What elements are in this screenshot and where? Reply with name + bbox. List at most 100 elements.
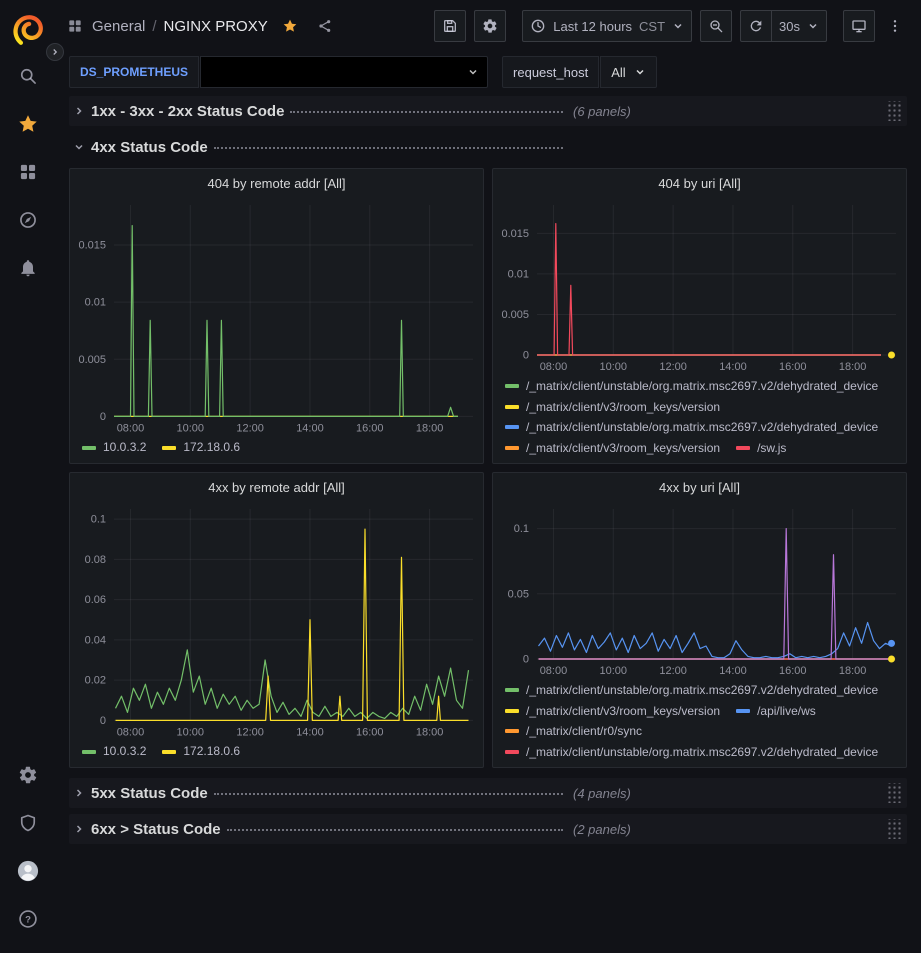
time-series-chart[interactable]: 08:0010:0012:0014:0016:0018:0000.0050.01… [493,197,906,375]
legend-series-label: /_matrix/client/v3/room_keys/version [526,439,720,458]
sidebar-item-starred[interactable] [0,100,55,148]
star-icon [282,18,298,34]
panel-legend: /_matrix/client/unstable/org.matrix.msc2… [493,375,906,463]
legend-item[interactable]: /_matrix/client/v3/room_keys/version [505,702,720,721]
refresh-button[interactable] [740,10,772,42]
sidebar-item-configuration[interactable] [0,751,55,799]
svg-text:12:00: 12:00 [659,361,687,373]
kiosk-mode-button[interactable] [843,10,875,42]
zoom-out-button[interactable] [700,10,732,42]
legend-item[interactable]: /_matrix/client/v3/room_keys/version [505,398,720,417]
legend-item[interactable]: /api/live/ws [736,702,816,721]
svg-text:0.02: 0.02 [85,675,106,687]
legend-item[interactable]: 10.0.3.2 [82,438,146,457]
sidebar-item-help[interactable]: ? [0,895,55,943]
grafana-logo[interactable] [6,8,50,52]
breadcrumb-section[interactable]: General [92,18,145,35]
svg-text:14:00: 14:00 [719,361,747,373]
sidebar-item-server-admin[interactable] [0,799,55,847]
row-panel-count: (6 panels) [573,104,631,119]
legend-item[interactable]: /_matrix/client/unstable/org.matrix.msc2… [505,743,878,762]
svg-text:0.1: 0.1 [514,523,529,535]
svg-text:0.06: 0.06 [85,594,106,606]
panel-title[interactable]: 4xx by uri [All] [493,473,906,501]
shield-icon [18,813,38,833]
legend-item[interactable]: 172.18.0.6 [162,438,240,457]
favorite-star-button[interactable] [277,13,303,39]
time-range-picker[interactable]: Last 12 hours CST [522,10,692,42]
time-series-chart[interactable]: 08:0010:0012:0014:0016:0018:0000.0050.01… [70,197,483,436]
legend-item[interactable]: /sw.js [736,439,786,458]
legend-series-swatch [505,729,519,733]
sidebar-item-search[interactable] [0,52,55,100]
row-header-4xx[interactable]: 4xx Status Code [69,132,907,162]
svg-text:?: ? [25,915,31,926]
legend-item[interactable]: 172.18.0.6 [162,742,240,761]
variable-label-ds-prometheus[interactable]: DS_PROMETHEUS [69,56,199,88]
variable-value-request-host[interactable]: All [600,56,656,88]
svg-text:12:00: 12:00 [659,665,687,677]
sidebar-item-alerting[interactable] [0,244,55,292]
row-drag-handle[interactable] [886,101,901,121]
chevron-right-icon [73,105,85,117]
panel-title[interactable]: 4xx by remote addr [All] [70,473,483,501]
variable-value-ds-prometheus[interactable] [200,56,488,88]
legend-item[interactable]: /_matrix/client/unstable/org.matrix.msc2… [505,377,878,396]
svg-text:08:00: 08:00 [117,726,145,738]
legend-item[interactable]: 10.0.3.2 [82,742,146,761]
row-title: 4xx Status Code [91,139,208,156]
legend-series-swatch [505,446,519,450]
row-title: 5xx Status Code [91,785,208,802]
row-header-1xx-3xx-2xx[interactable]: 1xx - 3xx - 2xx Status Code (6 panels) [69,96,907,126]
share-dashboard-button[interactable] [312,13,338,39]
svg-text:18:00: 18:00 [839,665,867,677]
legend-item[interactable]: /_matrix/client/r0/sync [505,722,642,741]
row-header-5xx[interactable]: 5xx Status Code (4 panels) [69,778,907,808]
timezone-label: CST [639,19,665,34]
more-options-button[interactable] [883,10,907,42]
legend-series-swatch [82,446,96,450]
svg-text:0: 0 [523,654,529,666]
breadcrumb-dashboard-title[interactable]: NGINX PROXY [164,18,268,35]
gear-icon [482,18,498,34]
legend-series-swatch [505,688,519,692]
legend-series-swatch [505,750,519,754]
variable-label-request-host[interactable]: request_host [502,56,599,88]
save-icon [442,18,458,34]
panel-title[interactable]: 404 by uri [All] [493,169,906,197]
zoom-out-icon [708,18,724,34]
legend-series-label: /_matrix/client/v3/room_keys/version [526,702,720,721]
svg-text:08:00: 08:00 [540,665,568,677]
legend-series-swatch [505,709,519,713]
legend-item[interactable]: /_matrix/client/unstable/org.matrix.msc2… [505,681,878,700]
time-series-chart[interactable]: 08:0010:0012:0014:0016:0018:0000.020.040… [70,501,483,740]
row-header-6xx[interactable]: 6xx > Status Code (2 panels) [69,814,907,844]
legend-item[interactable]: /_matrix/client/unstable/org.matrix.msc2… [505,418,878,437]
panel-title[interactable]: 404 by remote addr [All] [70,169,483,197]
sidebar-item-user-profile[interactable] [0,847,55,895]
monitor-icon [851,18,867,34]
time-series-chart[interactable]: 08:0010:0012:0014:0016:0018:0000.050.1 [493,501,906,679]
sidebar-expand-button[interactable] [46,43,64,61]
svg-text:0: 0 [100,411,106,423]
legend-series-swatch [736,709,750,713]
refresh-interval-select[interactable]: 30s [772,10,827,42]
legend-series-label: 172.18.0.6 [183,438,240,457]
legend-series-label: /_matrix/client/r0/sync [526,722,642,741]
svg-text:16:00: 16:00 [356,726,384,738]
svg-text:18:00: 18:00 [416,422,444,434]
row-drag-handle[interactable] [886,783,901,803]
row-drag-handle[interactable] [886,819,901,839]
svg-text:10:00: 10:00 [600,361,628,373]
chevron-down-icon [467,66,479,78]
sidebar-item-explore[interactable] [0,196,55,244]
row-title: 1xx - 3xx - 2xx Status Code [91,103,284,120]
svg-text:14:00: 14:00 [719,665,747,677]
legend-item[interactable]: /_matrix/client/v3/room_keys/version [505,439,720,458]
legend-series-label: /_matrix/client/unstable/org.matrix.msc2… [526,743,878,762]
sidebar-item-dashboards[interactable] [0,148,55,196]
dashboard-settings-button[interactable] [474,10,506,42]
refresh-icon [748,18,764,34]
refresh-controls: 30s [740,10,827,42]
save-dashboard-button[interactable] [434,10,466,42]
